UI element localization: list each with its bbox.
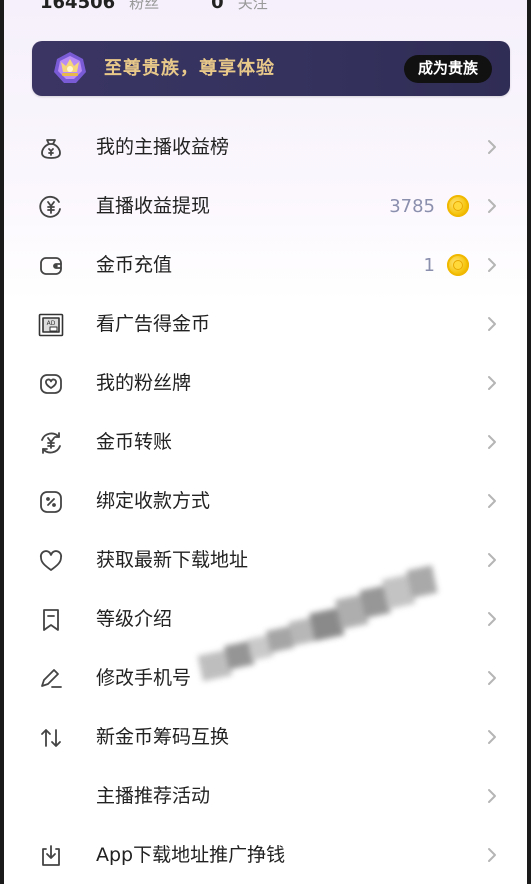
menu-item-label: 我的粉丝牌 [96, 372, 192, 394]
chevron-right-icon [487, 316, 497, 332]
menu-item-label: 等级介绍 [96, 608, 173, 630]
menu-item-label: 直播收益提现 [96, 195, 211, 217]
menu-item-fan-badge[interactable]: 我的粉丝牌 [4, 354, 527, 413]
menu-item-label: App下载地址推广挣钱 [96, 844, 286, 866]
pen-icon [38, 666, 64, 692]
menu-item-label: 主播推荐活动 [96, 785, 211, 807]
menu-item-label: 看广告得金币 [96, 313, 211, 335]
yuan-coin-icon [38, 194, 64, 220]
chevron-right-icon [487, 493, 497, 509]
chevron-right-icon [487, 670, 497, 686]
menu-item-bind-payment[interactable]: 绑定收款方式 [4, 472, 527, 531]
chevron-right-icon [487, 375, 497, 391]
profile-stats: 164506 粉丝 0 关注 [40, 0, 268, 14]
earnings-balance: 3785 [389, 196, 435, 217]
menu-item-label: 金币充值 [96, 254, 173, 276]
heart-icon [38, 548, 64, 574]
ad-screen-icon: AD [38, 312, 64, 338]
menu-item-app-download-promo[interactable]: App下载地址推广挣钱 [4, 826, 527, 884]
followers-count[interactable]: 164506 [40, 0, 115, 13]
gold-coin-icon [447, 254, 469, 276]
wallet-icon [38, 253, 64, 279]
followers-label[interactable]: 粉丝 [129, 0, 159, 13]
menu-item-label: 修改手机号 [96, 667, 192, 689]
menu-item-anchor-earnings-rank[interactable]: 我的主播收益榜 [4, 118, 527, 177]
chevron-right-icon [487, 788, 497, 804]
menu-item-coin-chip-exchange[interactable]: 新金币筹码互换 [4, 708, 527, 767]
bookmark-icon [38, 607, 64, 633]
download-icon [38, 843, 64, 869]
menu-item-label: 金币转账 [96, 431, 173, 453]
swap-arrows-icon [38, 725, 64, 751]
banner-title: 至尊贵族，尊享体验 [104, 58, 275, 79]
fan-badge-icon [38, 371, 64, 397]
menu-item-coin-transfer[interactable]: 金币转账 [4, 413, 527, 472]
transfer-icon [38, 430, 64, 456]
chevron-right-icon [487, 139, 497, 155]
menu-item-live-earnings-withdraw[interactable]: 直播收益提现 3785 [4, 177, 527, 236]
menu-list: 我的主播收益榜 直播收益提现 3785 金币充值 1 AD 看广告得金币 我的粉… [4, 118, 527, 884]
menu-item-coin-recharge[interactable]: 金币充值 1 [4, 236, 527, 295]
menu-item-label: 我的主播收益榜 [96, 136, 230, 158]
menu-item-anchor-recommend-activity[interactable]: 主播推荐活动 [4, 767, 527, 826]
crown-badge-icon [52, 50, 88, 86]
following-label[interactable]: 关注 [238, 0, 268, 13]
coin-balance: 1 [423, 255, 435, 276]
chevron-right-icon [487, 611, 497, 627]
gold-coin-icon [447, 195, 469, 217]
menu-item-label: 新金币筹码互换 [96, 726, 230, 748]
menu-item-label: 绑定收款方式 [96, 490, 211, 512]
menu-item-latest-download[interactable]: 获取最新下载地址 [4, 531, 527, 590]
become-noble-button[interactable]: 成为贵族 [403, 55, 492, 83]
money-bag-icon [38, 135, 64, 161]
chevron-right-icon [487, 729, 497, 745]
menu-item-label: 获取最新下载地址 [96, 549, 249, 571]
chevron-right-icon [487, 257, 497, 273]
chevron-right-icon [487, 847, 497, 863]
chevron-right-icon [487, 434, 497, 450]
percent-badge-icon [38, 489, 64, 515]
menu-item-watch-ads[interactable]: AD 看广告得金币 [4, 295, 527, 354]
chevron-right-icon [487, 198, 497, 214]
svg-text:AD: AD [47, 320, 56, 327]
following-count[interactable]: 0 [211, 0, 224, 13]
noble-banner[interactable]: 至尊贵族，尊享体验 成为贵族 [32, 41, 510, 96]
chevron-right-icon [487, 552, 497, 568]
profile-screen: 164506 粉丝 0 关注 至尊贵族，尊享体验 成为贵族 我的主播收益榜 直播… [4, 0, 527, 884]
